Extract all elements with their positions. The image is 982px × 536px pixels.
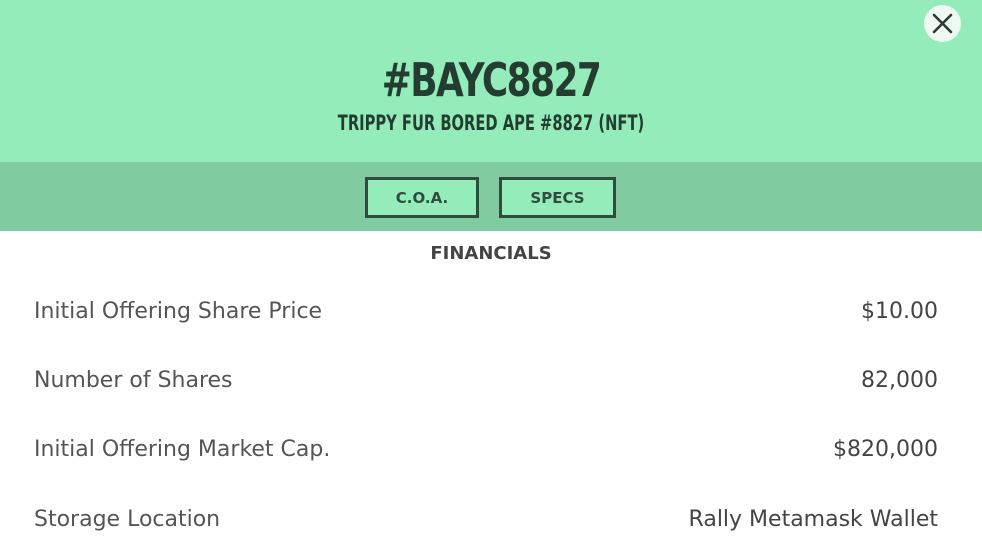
financials-row-share-price: Initial Offering Share Price $10.00	[34, 295, 938, 329]
row-label: Number of Shares	[34, 368, 233, 393]
row-value: 82,000	[861, 368, 938, 393]
row-value: $820,000	[833, 437, 938, 462]
modal-header: #BAYC8827 TRIPPY FUR BORED APE #8827 (NF…	[0, 0, 982, 162]
financials-row-number-of-shares: Number of Shares 82,000	[34, 364, 938, 398]
tab-coa[interactable]: C.O.A.	[365, 177, 479, 218]
financials-row-market-cap: Initial Offering Market Cap. $820,000	[34, 433, 938, 467]
tab-specs[interactable]: SPECS	[499, 177, 616, 218]
close-icon	[932, 13, 953, 34]
row-label: Initial Offering Market Cap.	[34, 437, 331, 462]
asset-details-modal: #BAYC8827 TRIPPY FUR BORED APE #8827 (NF…	[0, 0, 982, 536]
asset-name-subtitle: TRIPPY FUR BORED APE #8827 (NFT)	[337, 111, 645, 135]
row-label: Initial Offering Share Price	[34, 299, 323, 324]
close-button[interactable]	[924, 5, 961, 42]
row-value: $10.00	[861, 299, 938, 324]
tab-bar: C.O.A. SPECS	[0, 162, 982, 231]
asset-ticker-title: #BAYC8827	[381, 53, 602, 107]
financials-heading: FINANCIALS	[430, 243, 552, 264]
row-label: Storage Location	[34, 507, 221, 532]
financials-row-storage-location: Storage Location Rally Metamask Wallet	[34, 503, 938, 536]
row-value: Rally Metamask Wallet	[688, 507, 938, 532]
